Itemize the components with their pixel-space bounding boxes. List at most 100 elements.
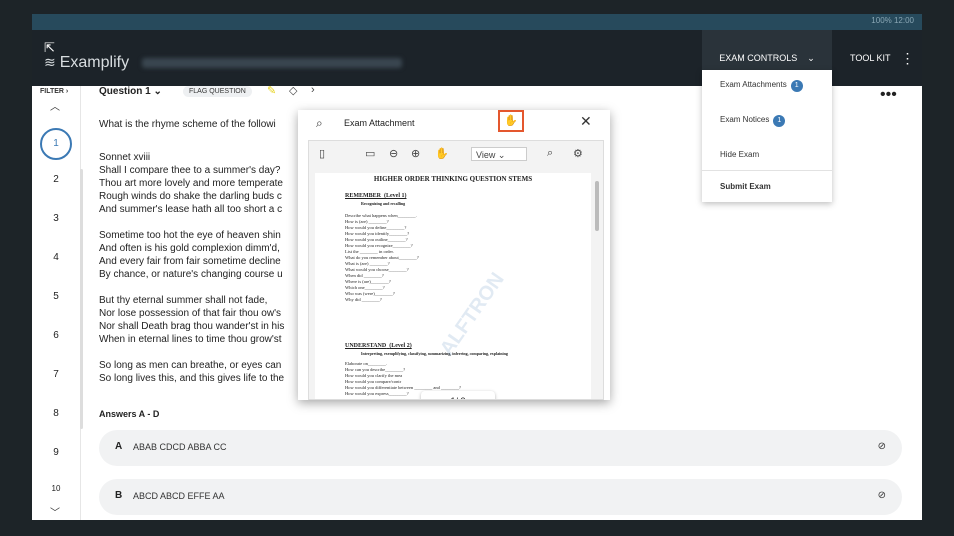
exam-controls-label: EXAM CONTROLS	[719, 53, 798, 63]
chevron-down-icon: ⌄	[807, 52, 815, 63]
eraser-icon[interactable]: ◇	[289, 84, 297, 97]
toolkit-label: TOOL KIT	[850, 53, 891, 63]
toolkit-button[interactable]: TOOL KIT ⋮	[850, 30, 922, 86]
brand-name: Examplify	[59, 54, 130, 71]
question-nav-item[interactable]: 5	[32, 291, 80, 302]
question-nav-item[interactable]: 7	[32, 369, 80, 380]
menu-item-exam-notices[interactable]: Exam Notices 1	[720, 115, 786, 127]
doc-question-stem: What do you remember about________?	[345, 255, 419, 260]
exam-attachment-modal: ⌕ Exam Attachment ✋ ✕ ▯ ▭ ⊖ ⊕ ✋ View ⌄ ⌕…	[298, 110, 610, 400]
flag-question-button[interactable]: FLAG QUESTION	[183, 86, 252, 97]
doc-question-stem: How is (are) ________?	[345, 219, 389, 224]
menu-item-submit-exam[interactable]: Submit Exam	[720, 182, 771, 191]
menu-item-hide-exam[interactable]: Hide Exam	[720, 150, 759, 159]
examplify-logo-icon: ≋	[44, 54, 56, 70]
sidebar-scrollbar[interactable]	[80, 169, 83, 429]
question-nav-item[interactable]: 2	[32, 174, 80, 185]
poem-line: And every fair from fair sometime declin…	[99, 256, 281, 267]
view-select-value: View	[476, 150, 496, 160]
question-title[interactable]: Question 1 ⌄	[99, 86, 162, 97]
view-select[interactable]: View ⌄	[471, 147, 527, 161]
doc-subheading: Interpreting, exemplifying, classifying,…	[361, 351, 508, 356]
hand-tool-icon[interactable]: ✋	[435, 147, 449, 160]
highlighter-icon[interactable]: ✎	[267, 84, 276, 97]
poem-line: Nor shall Death brag thou wander'st in h…	[99, 321, 285, 332]
doc-question-stem: Which one________?	[345, 285, 385, 290]
poem-line: Sonnet xviii	[99, 152, 151, 163]
poem-line: And often is his gold complexion dimm'd,	[99, 243, 280, 254]
doc-question-stem: What is (are) ________?	[345, 261, 390, 266]
sidebar-toggle-icon[interactable]: ▯	[319, 147, 325, 160]
doc-question-stem: Where is (are)________?	[345, 279, 391, 284]
chevron-up-icon[interactable]: ︿	[50, 98, 60, 113]
filter-button[interactable]: FILTER ›	[40, 88, 68, 95]
eye-slash-icon[interactable]: ⊘	[878, 441, 886, 452]
page-icon[interactable]: ▭	[365, 147, 375, 160]
doc-question-stem: How would you recognize________?	[345, 243, 413, 248]
answer-option-b[interactable]: B ABCD ABCD EFFE AA ⊘	[99, 479, 902, 515]
question-nav-item[interactable]: 10	[32, 484, 80, 493]
question-content: What is the rhyme scheme of the followi …	[99, 118, 284, 385]
close-icon[interactable]: ✕	[580, 113, 592, 130]
doc-question-stem: Describe what happens when________.	[345, 213, 417, 218]
pdf-toolbar: ▯ ▭ ⊖ ⊕ ✋ View ⌄ ⌕ ⚙	[309, 141, 603, 169]
answer-letter: B	[115, 490, 123, 501]
heading-text: REMEMBER	[345, 193, 381, 199]
poem-line: Sometime too hot the eye of heaven shin	[99, 230, 281, 241]
doc-question-stem: List the ________ in order.	[345, 249, 394, 254]
question-nav-item[interactable]: 1	[40, 128, 72, 160]
answers-label: Answers A - D	[99, 409, 160, 419]
poem-line: Shall I compare thee to a summer's day?	[99, 165, 281, 176]
pdf-viewer: ▯ ▭ ⊖ ⊕ ✋ View ⌄ ⌕ ⚙ HIGHER ORDER THINKI…	[308, 140, 604, 400]
question-nav-item[interactable]: 9	[32, 447, 80, 458]
doc-question-stem: How would you differentiate between ____…	[345, 385, 462, 390]
answer-option-a[interactable]: A ABAB CDCD ABBA CC ⊘	[99, 430, 902, 466]
brand: ≋ Examplify	[44, 54, 129, 72]
question-nav-item[interactable]: 6	[32, 330, 80, 341]
filter-label: FILTER	[40, 88, 64, 95]
heading-level: (Level 2)	[389, 343, 412, 349]
poem-line: So long lives this, and this gives life …	[99, 373, 285, 384]
page-indicator: 1/ 3	[450, 396, 465, 399]
doc-question-stem: How would you compare/contr	[345, 379, 402, 384]
answer-letter: A	[115, 441, 123, 452]
pdf-scrollbar[interactable]	[595, 181, 599, 231]
doc-title: HIGHER ORDER THINKING QUESTION STEMS	[373, 175, 533, 183]
menu-divider	[702, 170, 832, 171]
question-sidebar: FILTER › ︿ 1 2 3 4 5 6 7 8 9 10 ﹀	[32, 86, 81, 520]
menu-label: Exam Attachments	[720, 80, 787, 89]
question-nav-item[interactable]: 3	[32, 213, 80, 224]
doc-question-stem: Who was (were)________?	[345, 291, 395, 296]
doc-question-stem: Why did ________?	[345, 297, 382, 302]
search-icon[interactable]: ⌕	[547, 147, 553, 160]
count-badge: 1	[790, 80, 803, 92]
pan-hand-icon[interactable]: ✋	[498, 110, 524, 132]
doc-question-stem: How would you outline________?	[345, 237, 408, 242]
count-badge: 1	[773, 115, 786, 127]
eye-slash-icon[interactable]: ⊘	[878, 490, 886, 501]
zoom-out-icon[interactable]: ⊖	[389, 147, 398, 160]
doc-question-stem: How can you describe________?	[345, 367, 406, 372]
page-navigator: ‹ 1/ 3 ›	[421, 391, 495, 399]
menu-item-exam-attachments[interactable]: Exam Attachments 1	[720, 80, 803, 92]
prev-page-icon[interactable]: ‹	[430, 396, 433, 399]
chevron-down-icon[interactable]: ﹀	[50, 504, 60, 519]
gear-icon[interactable]: ⚙	[573, 147, 583, 160]
poem-line: Rough winds do shake the darling buds c	[99, 191, 282, 202]
paperclip-icon: ⌕	[316, 116, 323, 130]
question-nav-item[interactable]: 4	[32, 252, 80, 263]
heading-level: (Level 1)	[384, 193, 407, 199]
modal-title: Exam Attachment	[344, 118, 415, 128]
app-window: 100% 12:00 ⇱ ≋ Examplify EXAM CONTROLS ⌄ …	[32, 14, 922, 520]
doc-question-stem: How would you define________?	[345, 225, 407, 230]
more-options-icon[interactable]: •••	[880, 86, 897, 104]
poem-line: And summer's lease hath all too short a …	[99, 204, 283, 215]
doc-question-stem: How would you identify________?	[345, 231, 410, 236]
next-page-icon[interactable]: ›	[483, 396, 486, 399]
chevron-right-icon[interactable]: ›	[311, 84, 315, 96]
question-nav-item[interactable]: 8	[32, 408, 80, 419]
question-title-text: Question 1	[99, 86, 151, 97]
answer-text: ABCD ABCD EFFE AA	[133, 491, 225, 501]
zoom-in-icon[interactable]: ⊕	[411, 147, 420, 160]
menu-label: Exam Notices	[720, 115, 770, 124]
